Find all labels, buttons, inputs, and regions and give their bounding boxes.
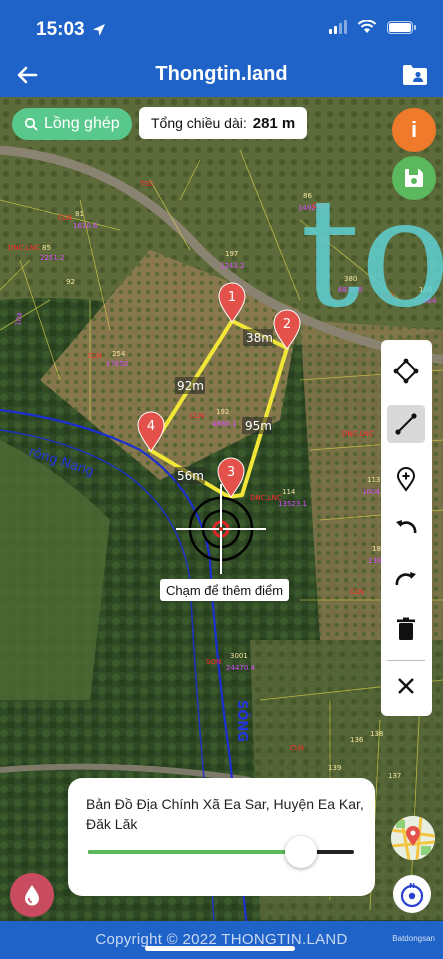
segment-label-2: 95m [245, 419, 272, 433]
line-segment-icon [395, 413, 417, 435]
total-length-display: Tổng chiều dài: 281 m [139, 107, 308, 139]
floppy-disk-icon [405, 169, 423, 187]
compass-icon: N [400, 882, 424, 908]
info-button[interactable]: i [392, 108, 436, 152]
search-icon [24, 117, 38, 131]
segment-label-3: 56m [177, 469, 204, 483]
tool-close[interactable] [387, 667, 425, 705]
svg-text:4: 4 [147, 419, 155, 434]
cellular-signal-icon [329, 20, 347, 34]
layer-title: Bản Đồ Địa Chính Xã Ea Sar, Huyện Ea Kar… [86, 796, 364, 832]
opacity-slider-thumb[interactable] [284, 836, 317, 868]
water-drop-icon [25, 885, 39, 906]
tool-delete[interactable] [387, 610, 425, 648]
crosshair-icon [176, 484, 266, 574]
map-layers-button[interactable] [391, 816, 435, 860]
wifi-icon [357, 20, 377, 33]
app-header: 15:03 Thongtin.land [0, 0, 443, 97]
tool-undo[interactable] [387, 508, 425, 546]
save-button[interactable] [392, 156, 436, 200]
opacity-slider-fill [88, 850, 301, 854]
total-length-label: Tổng chiều dài: [151, 115, 247, 131]
layer-opacity-card: Bản Đồ Địa Chính Xã Ea Sar, Huyện Ea Kar… [68, 778, 375, 896]
compass-button[interactable]: N [393, 875, 431, 913]
close-icon [398, 678, 414, 694]
add-location-icon [396, 467, 416, 492]
add-point-hint: Chạm để thêm điểm [160, 579, 290, 601]
svg-text:3: 3 [227, 465, 235, 480]
merge-layer-label: Lồng ghép [44, 115, 120, 132]
footer-bar: Copyright © 2022 THONGTIN.LAND Batdongsa… [0, 921, 443, 959]
marker-4: 4 [137, 411, 165, 452]
home-indicator[interactable] [145, 946, 295, 951]
location-arrow-icon [92, 24, 105, 36]
measure-tool-panel [381, 340, 432, 716]
segment-label-4: 92m [177, 379, 204, 393]
folder-user-icon[interactable] [401, 62, 429, 88]
tool-divider [387, 660, 425, 661]
tool-add-point[interactable] [387, 460, 425, 498]
water-layer-button[interactable] [10, 873, 54, 917]
page-title: Thongtin.land [155, 63, 288, 85]
watermark-text: Batdongsan [392, 934, 435, 943]
tool-area-measure[interactable] [387, 352, 425, 390]
merge-layer-button[interactable]: Lồng ghép [12, 108, 132, 140]
redo-icon [395, 572, 416, 586]
total-length-value: 281 m [252, 114, 296, 132]
svg-text:2: 2 [283, 317, 291, 332]
marker-1: 1 [218, 282, 246, 323]
status-icons [329, 20, 416, 34]
svg-text:N: N [409, 882, 415, 890]
battery-icon [387, 20, 416, 34]
svg-text:1: 1 [228, 290, 236, 305]
tool-redo[interactable] [387, 560, 425, 598]
polygon-diamond-icon [393, 358, 419, 384]
segment-label-1: 38m [246, 331, 273, 345]
trash-icon [397, 617, 415, 640]
map-layers-icon [391, 816, 435, 860]
info-icon: i [410, 117, 418, 142]
opacity-slider[interactable] [88, 836, 354, 868]
status-time: 15:03 [36, 19, 107, 41]
undo-icon [396, 520, 417, 534]
tool-line-measure[interactable] [387, 405, 425, 443]
